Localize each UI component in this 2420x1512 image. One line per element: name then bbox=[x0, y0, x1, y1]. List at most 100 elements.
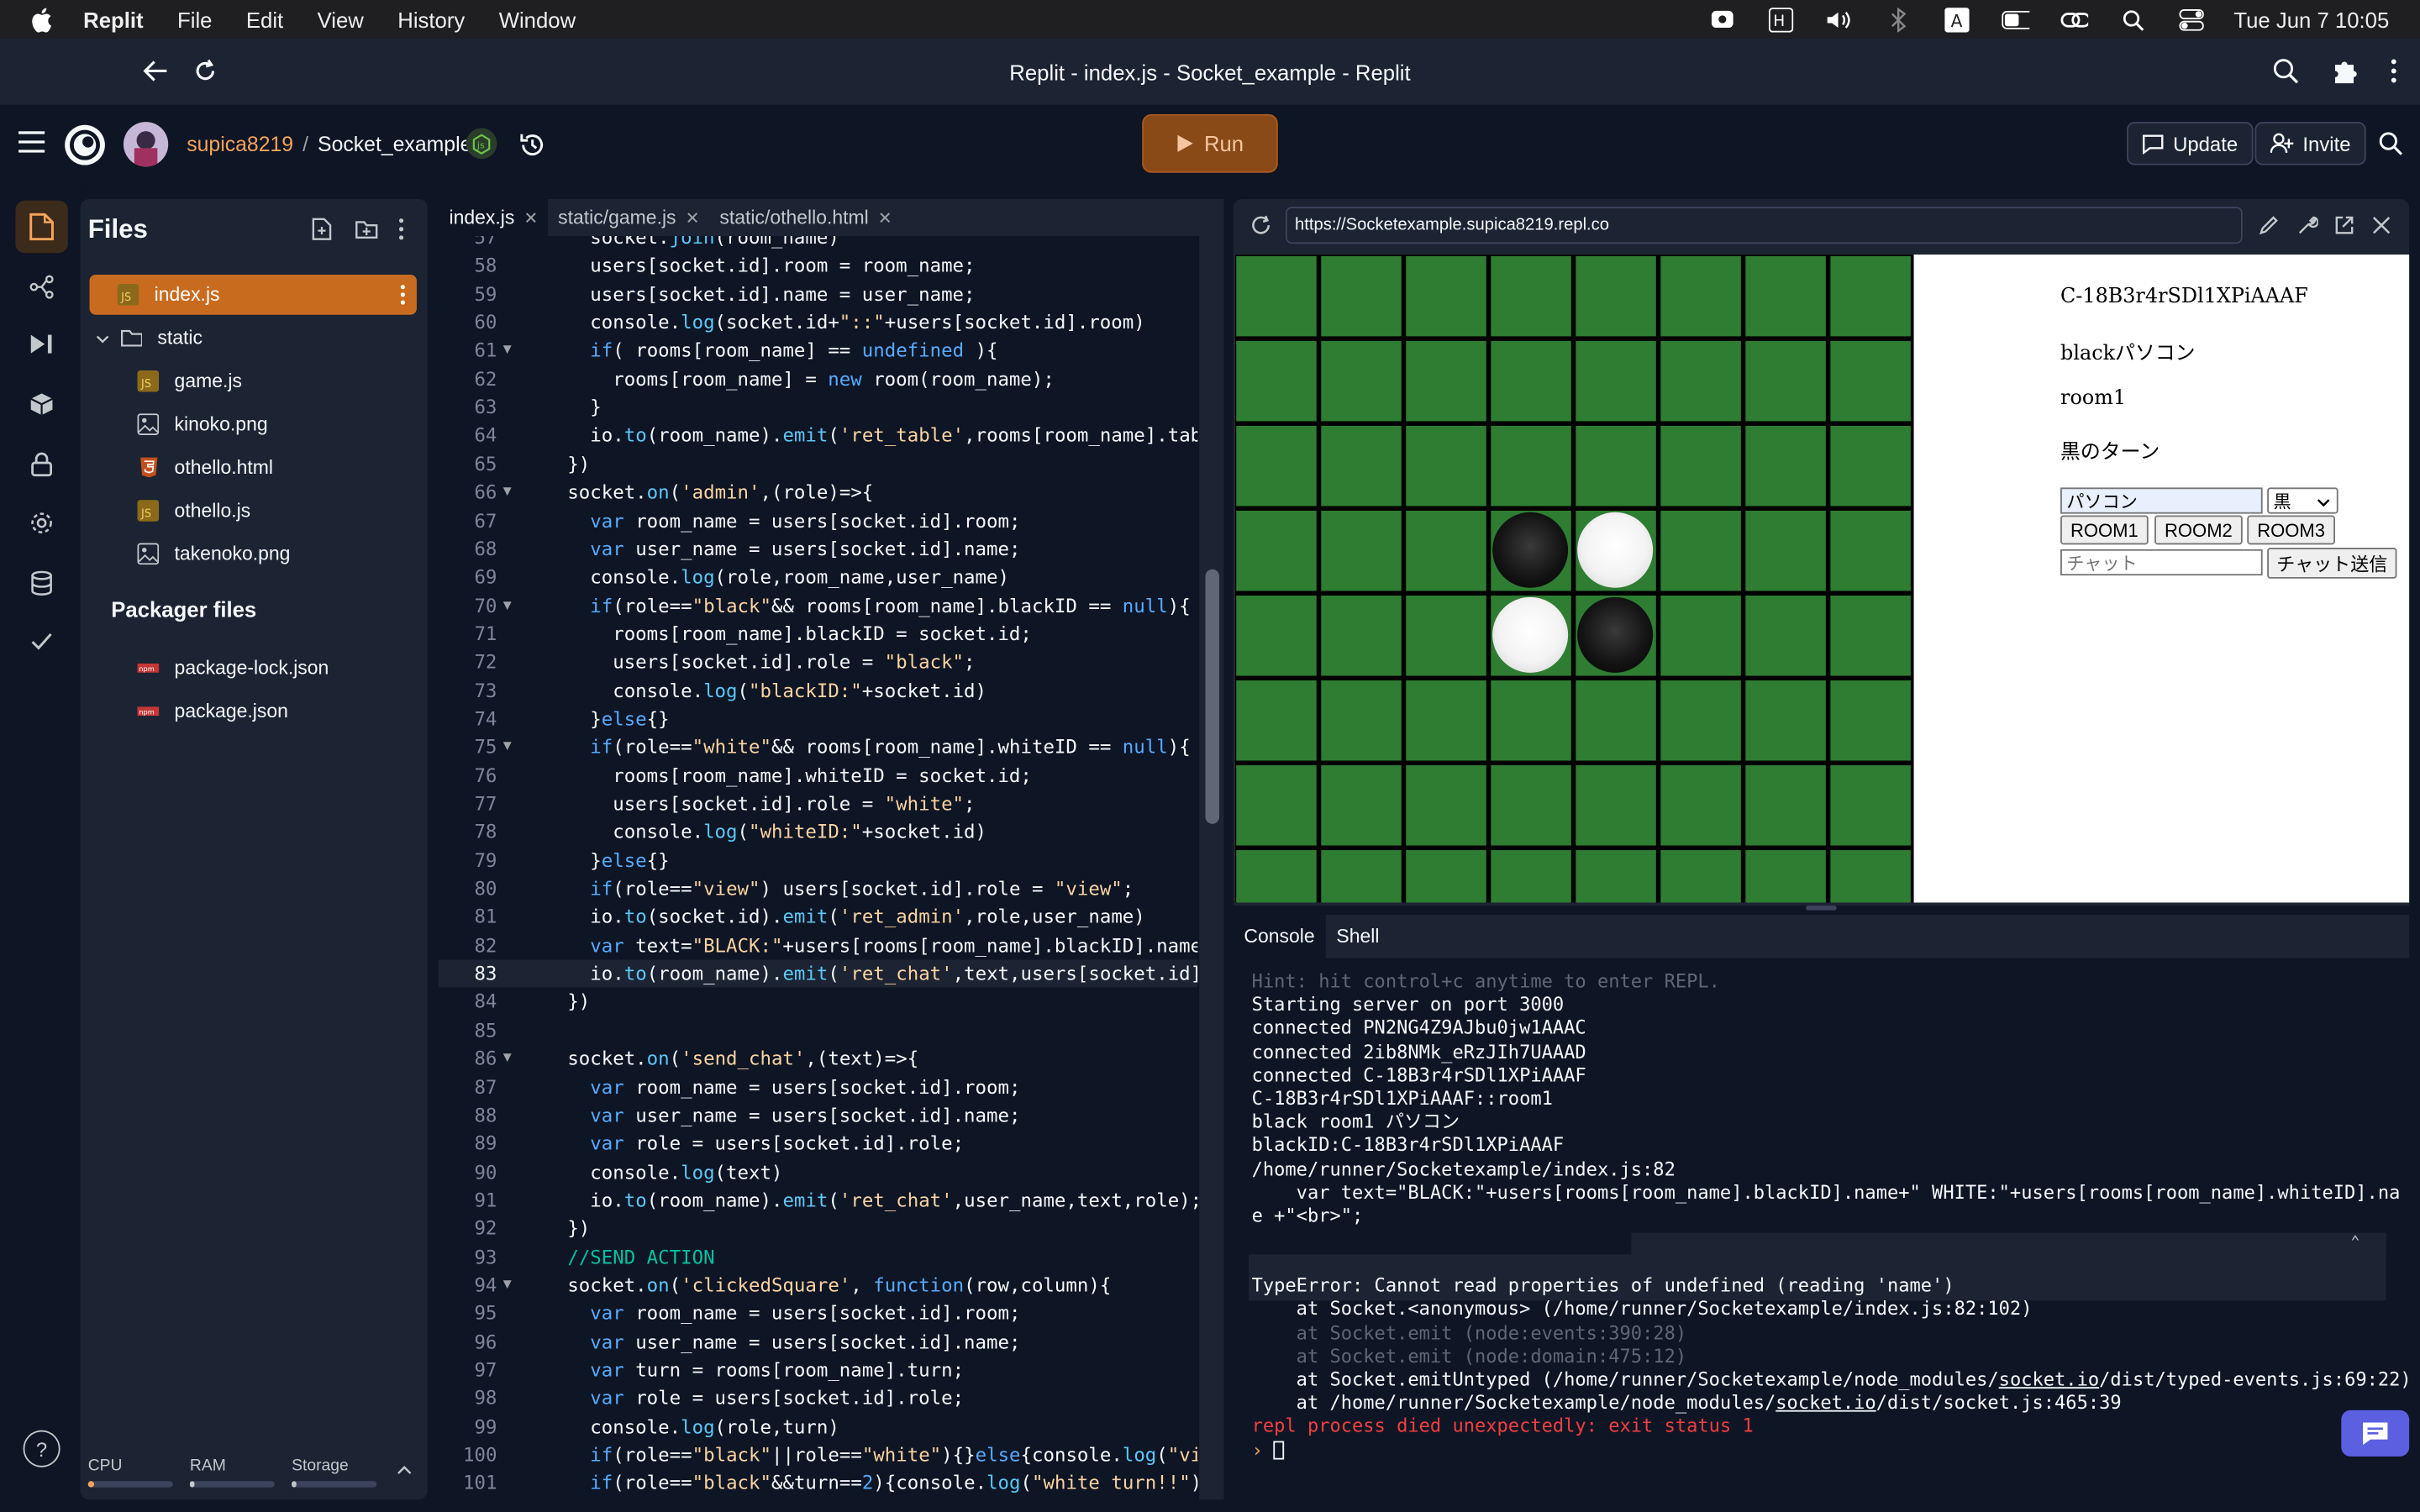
board-square[interactable] bbox=[1576, 340, 1656, 422]
code-line[interactable]: 68 var user_name = users[socket.id].name… bbox=[439, 535, 1198, 564]
code-line[interactable]: 83 io.to(room_name).emit('ret_chat',text… bbox=[438, 959, 1198, 989]
code-line[interactable]: 96 var user_name = users[socket.id].name… bbox=[439, 1328, 1198, 1357]
chat-send-button[interactable]: チャット送信 bbox=[2267, 548, 2397, 579]
close-icon[interactable]: ✕ bbox=[686, 207, 700, 228]
code-line[interactable]: 100 if(role=="black"||role=="white"){}el… bbox=[439, 1441, 1197, 1470]
search-icon[interactable] bbox=[2119, 8, 2147, 30]
zoom-search-icon[interactable] bbox=[2272, 57, 2300, 90]
code-line[interactable]: 63 } bbox=[439, 394, 1198, 423]
board-square[interactable] bbox=[1236, 510, 1317, 591]
board-square[interactable] bbox=[1830, 340, 1911, 422]
code-line[interactable]: 60 console.log(socket.id+"::"+users[sock… bbox=[439, 308, 1198, 337]
code-line[interactable]: 74 }else{} bbox=[439, 705, 1198, 733]
board-square[interactable] bbox=[1321, 680, 1402, 761]
reload-icon[interactable] bbox=[192, 57, 219, 90]
code-line[interactable]: 64 io.to(room_name).emit('ret_table',roo… bbox=[439, 422, 1197, 450]
folder-item-static[interactable]: static bbox=[90, 318, 417, 358]
close-icon[interactable]: ✕ bbox=[523, 207, 538, 228]
file-item-more-icon[interactable] bbox=[400, 284, 406, 310]
tab-shell[interactable]: Shell bbox=[1326, 915, 1391, 958]
run-button[interactable]: Run bbox=[1142, 113, 1278, 173]
board-square[interactable] bbox=[1745, 850, 1826, 903]
board-square[interactable] bbox=[1491, 255, 1571, 337]
code-line[interactable]: 99 console.log(role,turn) bbox=[439, 1413, 1198, 1441]
database-icon[interactable] bbox=[15, 557, 67, 609]
code-line[interactable]: 101 if(role=="black"&&turn==2){console.l… bbox=[439, 1469, 1197, 1498]
tab-index-js[interactable]: index.js ✕ bbox=[438, 198, 548, 237]
back-icon[interactable] bbox=[142, 57, 170, 90]
menu-file[interactable]: File bbox=[177, 7, 212, 31]
global-search-icon[interactable] bbox=[2378, 131, 2403, 164]
board-square[interactable] bbox=[1491, 765, 1571, 846]
menu-history[interactable]: History bbox=[397, 7, 465, 31]
board-square[interactable] bbox=[1406, 255, 1486, 337]
file-item-othello-js[interactable]: JS othello.js bbox=[90, 491, 417, 531]
board-square[interactable] bbox=[1236, 425, 1317, 507]
board-square[interactable] bbox=[1406, 340, 1486, 422]
color-select[interactable]: 黒 bbox=[2267, 487, 2338, 514]
panel-resize-handle[interactable] bbox=[1805, 906, 1837, 911]
code-line[interactable]: 87 var room_name = users[socket.id].room… bbox=[439, 1073, 1198, 1101]
fold-chevron-icon[interactable]: ▼ bbox=[503, 733, 518, 762]
board-square[interactable] bbox=[1660, 425, 1741, 507]
board-square[interactable] bbox=[1321, 425, 1402, 507]
input-method-icon[interactable]: H bbox=[1768, 7, 1796, 32]
tab-static-othello-html[interactable]: static/othello.html ✕ bbox=[709, 199, 902, 236]
board-square[interactable] bbox=[1491, 850, 1571, 903]
scrollbar-thumb[interactable] bbox=[1205, 569, 1220, 824]
code-line[interactable]: 61 if( rooms[room_name] == undefined ){▼ bbox=[439, 337, 1198, 365]
board-square[interactable] bbox=[1406, 765, 1486, 846]
code-line[interactable]: 93 //SEND ACTION bbox=[439, 1243, 1198, 1272]
code-line[interactable]: 57 socket.join(room_name) bbox=[439, 236, 1198, 252]
board-square[interactable] bbox=[1745, 595, 1826, 676]
board-square[interactable] bbox=[1321, 340, 1402, 422]
board-square[interactable] bbox=[1491, 340, 1571, 422]
board-square[interactable] bbox=[1406, 595, 1486, 676]
git-icon[interactable] bbox=[15, 260, 67, 312]
repl-name[interactable]: Socket_example bbox=[318, 133, 471, 156]
code-line[interactable]: 66 socket.on('admin',(role)=>{▼ bbox=[439, 479, 1198, 507]
file-item-package-lock-json[interactable]: npm package-lock.json bbox=[90, 648, 417, 688]
control-center-icon[interactable] bbox=[2178, 8, 2206, 30]
board-square[interactable] bbox=[1576, 255, 1656, 337]
code-line[interactable]: 75 if(role=="white"&& rooms[room_name].w… bbox=[439, 733, 1198, 762]
code-line[interactable]: 94 socket.on('clickedSquare', function(r… bbox=[439, 1271, 1198, 1299]
new-file-icon[interactable] bbox=[312, 218, 332, 249]
board-square[interactable] bbox=[1830, 680, 1911, 761]
files-more-icon[interactable] bbox=[398, 218, 404, 249]
battery-icon[interactable] bbox=[2002, 8, 2030, 30]
close-webview-icon[interactable] bbox=[2372, 214, 2391, 242]
fold-chevron-icon[interactable]: ▼ bbox=[503, 591, 518, 620]
invite-button[interactable]: Invite bbox=[2254, 122, 2366, 165]
code-line[interactable]: 70 if(role=="black"&& rooms[room_name].b… bbox=[439, 591, 1198, 620]
code-line[interactable]: 86 socket.on('send_chat',(text)=>{▼ bbox=[439, 1045, 1198, 1074]
board-square[interactable] bbox=[1321, 595, 1402, 676]
code-line[interactable]: 58 users[socket.id].room = room_name; bbox=[439, 252, 1198, 281]
room1-button[interactable]: ROOM1 bbox=[2060, 515, 2149, 545]
board-square[interactable] bbox=[1236, 765, 1317, 846]
name-input[interactable]: パソコン bbox=[2060, 487, 2263, 514]
file-item-package-json[interactable]: npm package.json bbox=[90, 691, 417, 732]
code-line[interactable]: 97 var turn = rooms[room_name].turn; bbox=[439, 1356, 1198, 1384]
debugger-icon[interactable] bbox=[15, 318, 67, 370]
code-line[interactable]: 73 console.log("blackID:"+socket.id) bbox=[439, 677, 1198, 706]
edit-pencil-icon[interactable] bbox=[2258, 214, 2280, 244]
fold-chevron-icon[interactable]: ▼ bbox=[503, 479, 518, 507]
code-line[interactable]: 91 io.to(room_name).emit('ret_chat',user… bbox=[439, 1186, 1197, 1215]
room2-button[interactable]: ROOM2 bbox=[2154, 515, 2243, 545]
board-square[interactable] bbox=[1236, 340, 1317, 422]
open-new-tab-icon[interactable] bbox=[2333, 214, 2355, 244]
resource-usage[interactable]: CPU RAM Storage bbox=[81, 1442, 428, 1499]
owner-username[interactable]: supica8219 bbox=[187, 133, 293, 156]
more-vertical-icon[interactable] bbox=[2389, 57, 2398, 90]
board-square[interactable] bbox=[1745, 425, 1826, 507]
file-item-index-js[interactable]: JS index.js bbox=[89, 274, 417, 315]
room3-button[interactable]: ROOM3 bbox=[2247, 515, 2335, 545]
board-square[interactable] bbox=[1576, 765, 1656, 846]
avatar[interactable] bbox=[123, 122, 169, 167]
bluetooth-icon[interactable] bbox=[1885, 7, 1912, 32]
code-line[interactable]: 67 var room_name = users[socket.id].room… bbox=[439, 507, 1198, 535]
board-square[interactable] bbox=[1830, 595, 1911, 676]
secrets-lock-icon[interactable] bbox=[15, 438, 67, 491]
code-line[interactable]: 84 }) bbox=[439, 988, 1198, 1016]
